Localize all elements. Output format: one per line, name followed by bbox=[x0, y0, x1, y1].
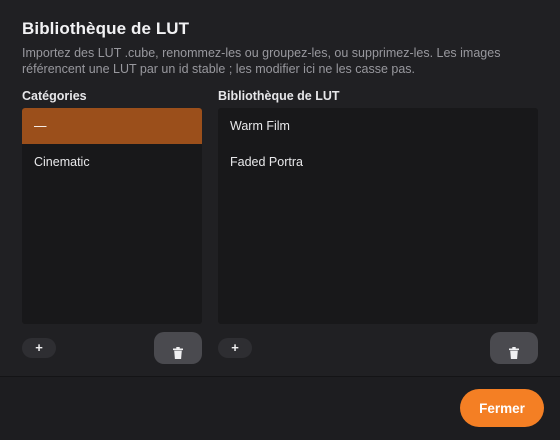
library-label: Bibliothèque de LUT bbox=[218, 89, 340, 103]
lut-list: Warm Film Faded Portra bbox=[218, 108, 538, 324]
lut-item-label: Faded Portra bbox=[230, 155, 303, 169]
delete-category-button[interactable] bbox=[154, 332, 202, 364]
delete-lut-button[interactable] bbox=[490, 332, 538, 364]
categories-label: Catégories bbox=[22, 89, 87, 103]
lut-item-warm-film[interactable]: Warm Film bbox=[218, 108, 538, 144]
category-item-none[interactable]: — bbox=[22, 108, 202, 144]
categories-list: — Cinematic bbox=[22, 108, 202, 324]
add-category-button[interactable]: + bbox=[22, 338, 56, 358]
category-item-label: — bbox=[34, 119, 47, 133]
category-item-cinematic[interactable]: Cinematic bbox=[22, 144, 202, 180]
lut-library-dialog: Bibliothèque de LUT Importez des LUT .cu… bbox=[0, 0, 560, 440]
lut-item-label: Warm Film bbox=[230, 119, 290, 133]
lut-item-faded-portra[interactable]: Faded Portra bbox=[218, 144, 538, 180]
dialog-description: Importez des LUT .cube, renommez-les ou … bbox=[22, 46, 501, 76]
import-lut-button[interactable]: + bbox=[218, 338, 252, 358]
trash-icon bbox=[509, 347, 519, 359]
category-item-label: Cinematic bbox=[34, 155, 90, 169]
trash-icon bbox=[173, 347, 183, 359]
dialog-title: Bibliothèque de LUT bbox=[22, 19, 190, 38]
close-button[interactable]: Fermer bbox=[460, 389, 544, 427]
